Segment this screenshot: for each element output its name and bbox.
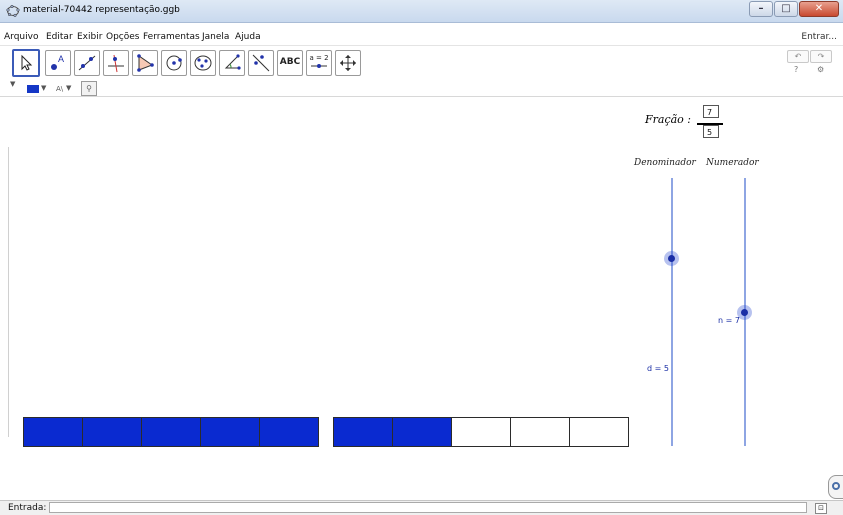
fraction-bar-cell	[451, 417, 511, 447]
text-tool-label: ABC	[279, 57, 301, 67]
geogebra-logo-icon	[6, 4, 20, 17]
denominator-slider-track[interactable]	[671, 178, 673, 446]
fraction-bar-cell	[23, 417, 83, 447]
close-icon: ✕	[814, 3, 824, 14]
login-link[interactable]: Entrar...	[801, 32, 837, 42]
fraction-bar-cell	[569, 417, 629, 447]
slider-numerator-label: Numerador	[706, 158, 759, 168]
svg-text:A: A	[58, 54, 64, 64]
style-bar: ▼ ▼ A\ ▼ ⚲	[0, 80, 843, 97]
input-field[interactable]	[49, 502, 807, 513]
conic-icon	[194, 55, 212, 71]
fraction-bar-cell	[510, 417, 570, 447]
circle-icon	[166, 55, 182, 71]
circle-tool-button[interactable]	[161, 50, 187, 76]
text-tool-button[interactable]: ABC	[277, 50, 303, 76]
fraction-bar-cell	[333, 417, 393, 447]
keyboard-icon[interactable]: ⊡	[815, 503, 827, 514]
minimize-icon: –	[758, 3, 764, 14]
menu-exibir[interactable]: Exibir	[77, 32, 102, 42]
color-swatch[interactable]	[27, 85, 39, 93]
menu-ferramentas[interactable]: Ferramentas	[143, 32, 200, 42]
line-tool-button[interactable]	[74, 50, 100, 76]
numerator-input[interactable]: 7	[703, 105, 719, 118]
view-toggle-button[interactable]	[828, 475, 843, 499]
menu-ajuda[interactable]: Ajuda	[235, 32, 261, 42]
maximize-icon: □	[781, 3, 791, 14]
stylebar-toggle-icon[interactable]: ▼	[10, 80, 15, 88]
menu-janela[interactable]: Janela	[202, 32, 229, 42]
move-view-tool-button[interactable]	[335, 50, 361, 76]
point-tool-button[interactable]: A	[45, 50, 71, 76]
undo-redo-group: ↶ ↷ ? ⚙	[787, 50, 832, 76]
polygon-tool-button[interactable]	[132, 50, 158, 76]
fraction-label: Fração :	[645, 113, 691, 126]
menu-editar[interactable]: Editar	[46, 32, 73, 42]
cursor-arrow-icon	[21, 54, 33, 71]
fraction-bar-cell	[392, 417, 452, 447]
line-icon	[78, 55, 96, 71]
angle-tool-button[interactable]	[219, 50, 245, 76]
polygon-icon	[137, 54, 154, 72]
close-button[interactable]: ✕	[799, 1, 839, 17]
denominator-input[interactable]: 5	[703, 125, 719, 138]
point-icon: A	[51, 54, 64, 70]
conic-tool-button[interactable]	[190, 50, 216, 76]
perpendicular-tool-button[interactable]	[103, 50, 129, 76]
title-bar: material-70442 representação.ggb – □ ✕	[0, 0, 843, 23]
denominator-value: d = 5	[647, 364, 669, 373]
fraction-bar-cell	[82, 417, 142, 447]
text-size-label[interactable]: A\	[56, 85, 63, 93]
pin-icon[interactable]: ⚲	[81, 81, 97, 96]
fraction-bar-cell	[200, 417, 260, 447]
undo-button[interactable]: ↶	[787, 50, 809, 63]
toolbar: A ABC a = 2 ↶ ↷ ? ⚙	[0, 48, 843, 80]
move-tool-button[interactable]	[12, 49, 40, 77]
help-icon[interactable]: ?	[794, 65, 798, 74]
input-bar: Entrada: ⊡	[0, 500, 843, 515]
menu-arquivo[interactable]: Arquivo	[4, 32, 38, 42]
menu-opcoes[interactable]: Opções	[106, 32, 139, 42]
color-dropdown-icon[interactable]: ▼	[41, 84, 46, 92]
redo-button[interactable]: ↷	[810, 50, 832, 63]
canvas-left-divider	[8, 147, 9, 437]
window-title: material-70442 representação.ggb	[23, 5, 180, 15]
reflect-line-icon	[252, 54, 270, 72]
menu-bar: Arquivo Editar Exibir Opções Ferramentas…	[0, 29, 843, 46]
settings-icon[interactable]: ⚙	[817, 65, 824, 74]
slider-tool-button[interactable]: a = 2	[306, 50, 332, 76]
move-arrows-icon	[340, 55, 356, 71]
numerator-value: n = 7	[718, 316, 740, 325]
angle-icon	[224, 54, 241, 70]
window-controls: – □ ✕	[749, 1, 839, 17]
slider-denominator-label: Denominador	[634, 158, 696, 168]
fraction-bar-cell	[141, 417, 201, 447]
reflect-tool-button[interactable]	[248, 50, 274, 76]
maximize-button[interactable]: □	[774, 1, 798, 17]
fraction-bar-cell	[259, 417, 319, 447]
minimize-button[interactable]: –	[749, 1, 773, 17]
input-label: Entrada:	[8, 503, 47, 513]
perpendicular-line-icon	[108, 54, 124, 73]
text-size-dropdown-icon[interactable]: ▼	[66, 84, 71, 92]
slider-icon	[311, 64, 327, 68]
